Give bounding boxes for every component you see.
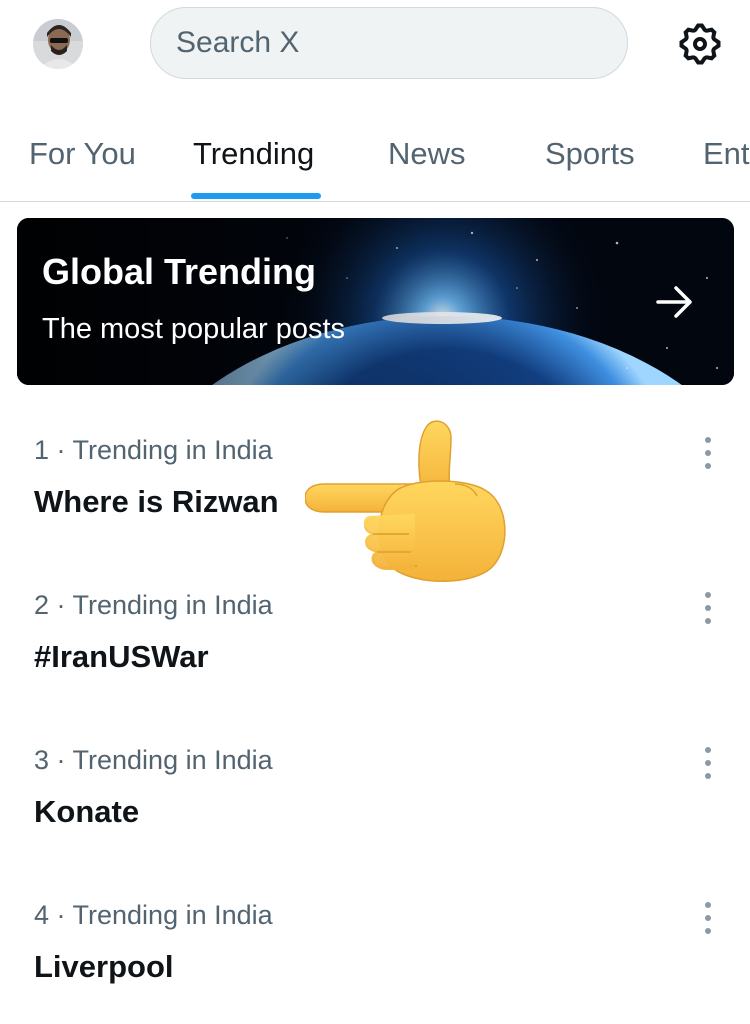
tab-entertainment[interactable]: Ent — [703, 136, 750, 172]
tab-news[interactable]: News — [388, 136, 466, 172]
explore-page: Search X For You Trending News Sports En… — [0, 0, 750, 1024]
global-trending-banner[interactable]: Global Trending The most popular posts — [17, 218, 734, 385]
tab-sports[interactable]: Sports — [545, 136, 635, 172]
banner-subtitle: The most popular posts — [42, 313, 346, 345]
tab-trending[interactable]: Trending — [193, 136, 314, 172]
more-options-icon[interactable] — [698, 588, 718, 628]
gear-icon[interactable] — [676, 20, 724, 68]
trend-title: Where is Rizwan — [34, 484, 279, 519]
trend-item[interactable]: 2 · Trending in India #IranUSWar — [0, 578, 750, 733]
earth-horizon-image — [17, 218, 734, 385]
trend-title: Konate — [34, 794, 140, 829]
trend-item[interactable]: 3 · Trending in India Konate — [0, 733, 750, 888]
search-input[interactable]: Search X — [150, 7, 628, 79]
profile-avatar[interactable] — [33, 19, 83, 69]
trend-item[interactable]: 4 · Trending in India Liverpool — [0, 888, 750, 1024]
trend-context: 1 · Trending in India — [34, 435, 273, 465]
search-placeholder: Search X — [176, 26, 300, 59]
pointing-left-hand-icon — [305, 420, 506, 582]
more-options-icon[interactable] — [698, 433, 718, 473]
banner-title: Global Trending — [42, 251, 317, 292]
more-options-icon[interactable] — [698, 898, 718, 938]
arrow-right-icon — [656, 286, 692, 318]
tab-for-you[interactable]: For You — [29, 136, 136, 172]
more-options-icon[interactable] — [698, 743, 718, 783]
trend-title: #IranUSWar — [34, 639, 209, 674]
trend-context: 4 · Trending in India — [34, 900, 273, 930]
tab-bar: For You Trending News Sports Ent — [0, 110, 750, 202]
trend-context: 3 · Trending in India — [34, 745, 273, 775]
trend-context: 2 · Trending in India — [34, 590, 273, 620]
trend-title: Liverpool — [34, 949, 174, 984]
top-bar: Search X — [0, 0, 750, 92]
active-tab-indicator — [191, 193, 321, 199]
